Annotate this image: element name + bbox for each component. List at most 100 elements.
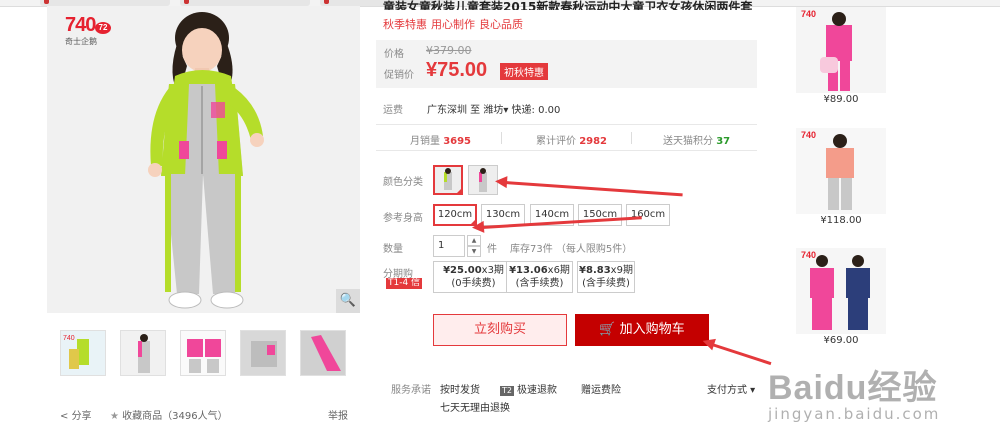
thumbnail-image (241, 331, 285, 375)
swatch-image (469, 166, 497, 194)
watermark-url: jingyan.baidu.com (768, 405, 941, 423)
size-option-160[interactable]: 160cm (626, 204, 670, 226)
increment-icon[interactable]: ▲ (467, 235, 481, 246)
color-swatch-lime[interactable] (433, 165, 463, 195)
promo-price-label: 促销价 (384, 70, 414, 81)
size-option-label: 120cm (437, 209, 473, 220)
monthly-sales: 月销量 3695 (410, 132, 471, 147)
thumbnail[interactable]: 740 (60, 330, 106, 376)
size-label: 参考身高 (383, 213, 423, 224)
installment-fee: (含手续费) (582, 278, 630, 289)
size-option-120[interactable]: 120cm (433, 204, 477, 226)
installment-option-3[interactable]: ¥25.00x3期 (0手续费) (433, 261, 514, 293)
recommended-item-image: 740 (796, 7, 886, 93)
share-label: 分享 (71, 411, 92, 422)
installment-amount: ¥13.06 (509, 265, 548, 276)
quantity-unit: 件 (487, 244, 497, 255)
recommended-item-price: ¥118.00 (820, 215, 862, 226)
installment-periods: x6期 (547, 265, 570, 276)
quantity-label: 数量 (383, 244, 403, 255)
add-to-cart-button[interactable]: 🛒 加入购物车 (575, 314, 709, 346)
color-swatch-pink[interactable] (468, 165, 498, 195)
service-item[interactable]: 按时发货 (440, 381, 480, 396)
quantity-input[interactable]: 1 (433, 235, 465, 257)
promo-badge: 初秋特惠 (500, 63, 548, 80)
color-label: 颜色分类 (383, 177, 423, 188)
thumbnail[interactable] (180, 330, 226, 376)
favorite-button[interactable]: ★ 收藏商品（3496人气） (110, 407, 228, 422)
service-item[interactable]: 赠运费险 (581, 381, 621, 396)
product-title: 童装女童秋装儿童套装2015新款春秋运动中大童卫衣女孩休闲两件套 (383, 0, 753, 10)
selected-check-icon (456, 188, 461, 193)
star-icon: ★ (110, 411, 119, 422)
recommended-item[interactable]: 740 ¥118.00 (796, 128, 886, 226)
payment-method-dropdown[interactable]: 支付方式 ▾ (707, 381, 755, 396)
installment-badge: T1-4 信 (386, 278, 423, 289)
recommended-item-image: 740 (796, 128, 886, 214)
watermark: Baidu经验 jingyan.baidu.com (760, 360, 1000, 442)
report-link[interactable]: 举报 (328, 407, 348, 422)
sales-stats: 月销量 3695 累计评价 2982 送天猫积分 37 (376, 124, 757, 151)
price-box: 价格 ¥379.00 促销价 ¥75.00 初秋特惠 (376, 40, 757, 88)
main-product-image[interactable]: 740 72 奇士企鹅 🔍 (47, 6, 360, 313)
product-page: 740 72 奇士企鹅 🔍 740 < 分享 ★ 收藏商品（3496人气） 举报… (0, 0, 1000, 442)
coral-outfit-image (796, 128, 886, 214)
no-reason-return[interactable]: 七天无理由退换 (440, 399, 510, 414)
thumbnail-image (121, 331, 165, 375)
zoom-icon[interactable]: 🔍 (336, 289, 360, 313)
recommended-item[interactable]: 740 ¥89.00 (796, 7, 886, 105)
recommended-item-price: ¥69.00 (823, 335, 859, 346)
installment-amount: ¥8.83 (579, 265, 611, 276)
thumbnail-image: 740 (61, 331, 105, 375)
brand-logo: 740 (801, 9, 817, 19)
watermark-logo: Baidu经验 (768, 369, 938, 407)
brand-logo: 740 72 奇士企鹅 (65, 14, 115, 46)
monthly-sales-value: 3695 (443, 136, 472, 147)
current-price: ¥75.00 (426, 59, 488, 81)
product-tags: 秋季特惠 用心制作 良心品质 (383, 16, 527, 32)
svg-text:740: 740 (63, 335, 75, 342)
service-label: 服务承诺 (391, 385, 431, 396)
installment-periods: x9期 (610, 265, 633, 276)
tmall-points-label: 送天猫积分 (663, 136, 713, 147)
decrement-icon[interactable]: ▼ (467, 246, 481, 257)
cart-icon: 🛒 (599, 322, 616, 337)
shipping-info[interactable]: 广东深圳 至 潍坊▾ 快递: 0.00 (427, 101, 560, 116)
girl-tracksuit-illustration (47, 6, 360, 313)
favorite-label: 收藏商品（3496人气） (122, 411, 228, 422)
installment-option-9[interactable]: ¥8.83x9期 (含手续费) (577, 261, 635, 293)
thumbnail[interactable] (300, 330, 346, 376)
divider (501, 132, 502, 144)
tmall-points-value: 37 (716, 136, 731, 147)
recommended-item-price: ¥89.00 (823, 94, 859, 105)
brand-logo: 740 (801, 130, 817, 140)
fast-refund-badge: T2 (500, 386, 514, 396)
pink-outfit-image (796, 7, 886, 93)
two-girls-outfit-image (796, 248, 886, 334)
tag: 良心品质 (479, 18, 523, 31)
installment-fee: (含手续费) (515, 278, 564, 289)
add-to-cart-label: 加入购物车 (619, 322, 685, 337)
thumbnail[interactable] (120, 330, 166, 376)
thumbnail[interactable] (240, 330, 286, 376)
installment-periods: x3期 (481, 265, 504, 276)
annotation-arrow (711, 343, 772, 366)
annotation-arrow (504, 181, 683, 197)
service-item-label: 极速退款 (516, 385, 557, 396)
recommended-item[interactable]: 740 ¥69.00 (796, 248, 886, 346)
buy-now-button[interactable]: 立刻购买 (433, 314, 567, 346)
thumbnail-image (301, 331, 345, 375)
tmall-points: 送天猫积分 37 (663, 132, 730, 147)
share-button[interactable]: < 分享 (60, 407, 92, 422)
shipping-label: 运费 (383, 105, 403, 116)
original-price-label: 价格 (384, 49, 404, 60)
size-option-130[interactable]: 130cm (481, 204, 525, 226)
review-count-label: 累计评价 (536, 136, 576, 147)
recommended-item-image: 740 (796, 248, 886, 334)
installment-option-6[interactable]: ¥13.06x6期 (含手续费) (506, 261, 573, 293)
service-item[interactable]: T2 极速退款 (500, 381, 557, 396)
original-price: ¥379.00 (426, 44, 472, 57)
review-count[interactable]: 累计评价 2982 (536, 132, 607, 147)
installment-amount: ¥25.00 (443, 265, 482, 276)
thumbnail-image (181, 331, 225, 375)
